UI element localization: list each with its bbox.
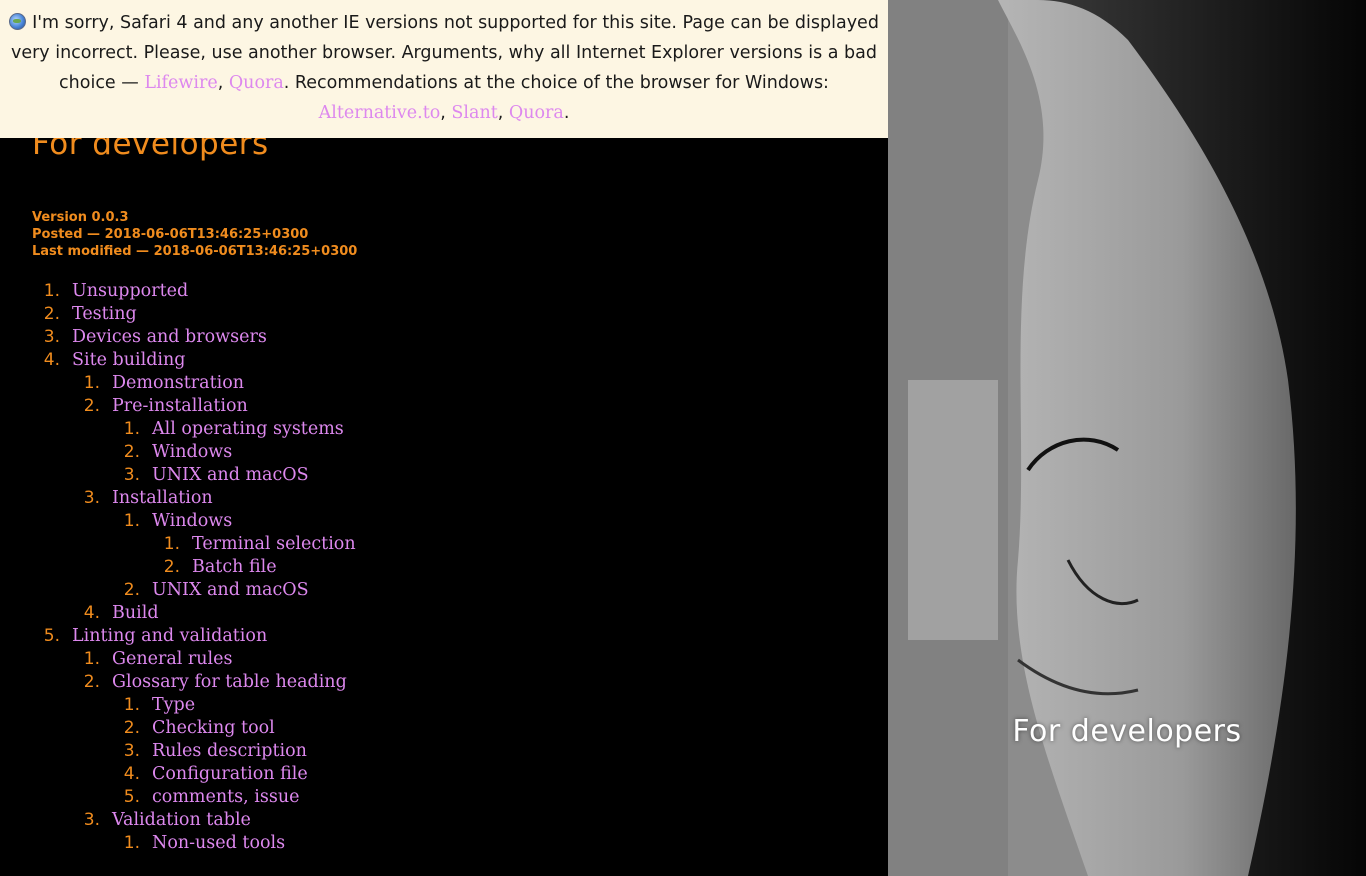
toc-number: 1.	[123, 419, 140, 439]
toc-item: 2. Glossary for table heading	[32, 671, 356, 694]
toc-number: 1.	[123, 833, 140, 853]
toc-item: 1. Non-used tools	[32, 832, 356, 855]
toc-link[interactable]: Pre-installation	[112, 395, 248, 418]
toc-item: 1. Terminal selection	[32, 533, 356, 556]
warning-text-2: . Recommendations at the choice of the b…	[283, 73, 829, 93]
modified-date: Last modified — 2018-06-06T13:46:25+0300	[32, 244, 358, 259]
toc-link[interactable]: Windows	[152, 510, 232, 533]
link-quora[interactable]: Quora	[229, 73, 284, 93]
toc-number: 2.	[83, 396, 100, 416]
toc-item: 2. Testing	[32, 303, 356, 326]
link-alternativeto[interactable]: Alternative.to	[319, 103, 441, 123]
toc-number: 2.	[123, 580, 140, 600]
toc-item: 2. UNIX and macOS	[32, 579, 356, 602]
toc-link[interactable]: Glossary for table heading	[112, 671, 347, 694]
toc-item: 5. comments, issue	[32, 786, 356, 809]
toc-item: 1. General rules	[32, 648, 356, 671]
toc-link[interactable]: Validation table	[112, 809, 251, 832]
toc-item: 4. Configuration file	[32, 763, 356, 786]
toc-link[interactable]: Testing	[72, 303, 137, 326]
toc-link[interactable]: Batch file	[192, 556, 277, 579]
toc-link[interactable]: Unsupported	[72, 280, 188, 303]
toc-item: 2. Pre-installation	[32, 395, 356, 418]
globe-icon	[9, 13, 27, 30]
hero-image-panel: For developers	[888, 0, 1366, 876]
separator: .	[563, 103, 570, 123]
toc-item: 2. Batch file	[32, 556, 356, 579]
toc-item: 3. Validation table	[32, 809, 356, 832]
toc-number: 5.	[43, 626, 60, 646]
toc-link[interactable]: Rules description	[152, 740, 307, 763]
toc-link[interactable]: Type	[152, 694, 195, 717]
toc-number: 2.	[123, 442, 140, 462]
version-text: Version 0.0.3	[32, 210, 129, 225]
post-meta: Version 0.0.3 Posted — 2018-06-06T13:46:…	[32, 209, 357, 260]
toc-number: 4.	[43, 350, 60, 370]
posted-date: Posted — 2018-06-06T13:46:25+0300	[32, 227, 309, 242]
toc-number: 3.	[83, 488, 100, 508]
toc-link[interactable]: General rules	[112, 648, 233, 671]
toc-link[interactable]: comments, issue	[152, 786, 299, 809]
link-quora-2[interactable]: Quora	[509, 103, 564, 123]
toc-item: 1. Demonstration	[32, 372, 356, 395]
separator: ,	[497, 103, 509, 123]
toc-number: 1.	[83, 373, 100, 393]
link-slant[interactable]: Slant	[451, 103, 497, 123]
toc-number: 1.	[163, 534, 180, 554]
toc-link[interactable]: UNIX and macOS	[152, 579, 309, 602]
toc-number: 3.	[123, 741, 140, 761]
toc-link[interactable]: All operating systems	[152, 418, 344, 441]
separator: ,	[217, 73, 229, 93]
toc-item: 4. Site building	[32, 349, 356, 372]
toc-number: 3.	[123, 465, 140, 485]
toc-number: 1.	[43, 281, 60, 301]
toc-link[interactable]: Non-used tools	[152, 832, 285, 855]
toc-link[interactable]: UNIX and macOS	[152, 464, 309, 487]
toc-number: 2.	[83, 672, 100, 692]
toc-link[interactable]: Devices and browsers	[72, 326, 267, 349]
toc-link[interactable]: Linting and validation	[72, 625, 267, 648]
toc-number: 3.	[83, 810, 100, 830]
toc-number: 2.	[163, 557, 180, 577]
toc-item: 2. Checking tool	[32, 717, 356, 740]
toc-number: 4.	[123, 764, 140, 784]
toc-link[interactable]: Terminal selection	[192, 533, 356, 556]
toc-item: 3. UNIX and macOS	[32, 464, 356, 487]
toc-number: 1.	[83, 649, 100, 669]
link-lifewire[interactable]: Lifewire	[144, 73, 217, 93]
toc-number: 1.	[123, 695, 140, 715]
hero-title: For developers	[1012, 714, 1242, 749]
toc-number: 5.	[123, 787, 140, 807]
toc-item: 1. Unsupported	[32, 280, 356, 303]
toc-item: 1. Type	[32, 694, 356, 717]
toc-number: 4.	[83, 603, 100, 623]
toc-link[interactable]: Configuration file	[152, 763, 308, 786]
separator: ,	[440, 103, 452, 123]
toc-number: 2.	[43, 304, 60, 324]
toc-number: 3.	[43, 327, 60, 347]
toc-item: 3. Installation	[32, 487, 356, 510]
browser-warning-banner: I'm sorry, Safari 4 and any another IE v…	[0, 0, 888, 138]
toc-link[interactable]: Site building	[72, 349, 185, 372]
table-of-contents: 1. Unsupported 2. Testing 3. Devices and brow…	[32, 280, 356, 855]
toc-link[interactable]: Build	[112, 602, 159, 625]
toc-item: 3. Rules description	[32, 740, 356, 763]
toc-link[interactable]: Checking tool	[152, 717, 275, 740]
toc-number: 1.	[123, 511, 140, 531]
toc-link[interactable]: Demonstration	[112, 372, 244, 395]
toc-item: 4. Build	[32, 602, 356, 625]
toc-item: 1. Windows	[32, 510, 356, 533]
toc-number: 2.	[123, 718, 140, 738]
toc-item: 3. Devices and browsers	[32, 326, 356, 349]
toc-item: 1. All operating systems	[32, 418, 356, 441]
toc-item: 5. Linting and validation	[32, 625, 356, 648]
toc-link[interactable]: Installation	[112, 487, 213, 510]
toc-link[interactable]: Windows	[152, 441, 232, 464]
toc-item: 2. Windows	[32, 441, 356, 464]
